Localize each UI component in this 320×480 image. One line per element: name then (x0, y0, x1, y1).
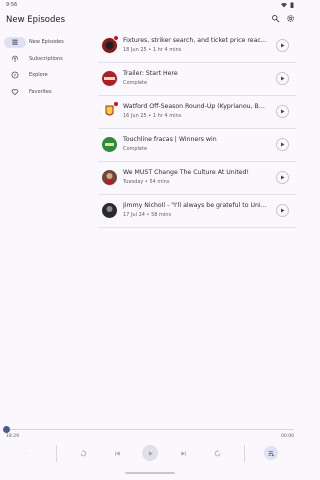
episode-artwork (102, 203, 117, 218)
play-icon (281, 208, 285, 213)
episode-list: Fixtures, striker search, and ticket pri… (98, 30, 296, 228)
fast-forward-button[interactable] (210, 446, 224, 460)
episode-title: Trailer: Start Here (123, 70, 178, 77)
divider (56, 445, 57, 462)
podcast-icon (12, 55, 18, 62)
episode-row[interactable]: Watford Off-Season Round-Up (Kyprianou, … (98, 96, 296, 129)
play-button[interactable] (276, 138, 289, 151)
nav-item-explore[interactable]: Explore (4, 67, 94, 83)
new-episodes-icon (12, 39, 18, 45)
search-icon[interactable] (271, 14, 280, 23)
play-button[interactable] (276, 171, 289, 184)
nav-item-favorites[interactable]: Favorites (4, 84, 94, 100)
episode-title: Jimmy Nicholl - "I'll always be grateful… (123, 202, 268, 209)
seek-times: 18:29 00:00 (6, 434, 294, 439)
episode-row[interactable]: Fixtures, striker search, and ticket pri… (98, 30, 296, 63)
seek-bar[interactable] (3, 426, 294, 433)
queue-icon (268, 450, 274, 456)
episode-row[interactable]: Touchline fracas | Winners win Complete (98, 129, 296, 162)
episode-title: Watford Off-Season Round-Up (Kyprianou, … (123, 103, 268, 110)
nav-item-label: Favorites (29, 88, 52, 95)
wifi-icon (281, 2, 287, 7)
battery-icon (290, 2, 294, 8)
previous-button[interactable] (110, 446, 124, 460)
play-button[interactable] (276, 105, 289, 118)
forward-icon (214, 449, 220, 456)
next-button[interactable] (176, 446, 190, 460)
page-title: New Episodes (6, 15, 66, 25)
episode-meta: Tuesday • 54 mins (123, 179, 170, 185)
sleep-timer-button[interactable] (18, 446, 32, 460)
gear-icon[interactable] (286, 14, 295, 23)
player-controls (0, 442, 300, 464)
episode-row[interactable]: Jimmy Nicholl - "I'll always be grateful… (98, 195, 296, 228)
play-icon (281, 109, 285, 114)
episode-row[interactable]: We MUST Change The Culture At United! Tu… (98, 162, 296, 195)
rewind-button[interactable] (76, 446, 90, 460)
seek-thumb[interactable] (3, 426, 10, 433)
episode-row[interactable]: Trailer: Start Here Complete (98, 63, 296, 96)
queue-button[interactable] (264, 446, 278, 460)
episode-title: We MUST Change The Culture At United! (123, 169, 250, 176)
compass-icon (11, 71, 19, 79)
navigation-drawer: New Episodes Subscriptions Explore Favor… (4, 34, 94, 100)
remaining-time: 00:00 (281, 434, 294, 439)
status-time: 9:56 (6, 2, 18, 8)
nav-item-subscriptions[interactable]: Subscriptions (4, 51, 94, 67)
nav-item-label: Explore (29, 72, 48, 78)
play-button[interactable] (276, 39, 289, 52)
play-icon (148, 450, 153, 456)
episode-meta: Complete (123, 146, 148, 152)
new-badge (113, 101, 119, 107)
status-bar: 9:56 (0, 0, 300, 10)
dots-icon (24, 452, 26, 454)
episode-meta: 16 Jun 25 • 1 hr 4 mins (123, 113, 182, 119)
elapsed-time: 18:29 (6, 434, 19, 439)
episode-title: Fixtures, striker search, and ticket pri… (123, 37, 268, 44)
skip-next-icon (180, 450, 186, 456)
episode-artwork (102, 137, 117, 152)
top-app-bar: New Episodes (0, 10, 300, 30)
skip-previous-icon (114, 450, 120, 456)
nav-item-new-episodes[interactable]: New Episodes (4, 34, 94, 50)
play-icon (281, 175, 285, 180)
play-icon (281, 76, 285, 81)
system-icons (281, 2, 294, 8)
gesture-handle (125, 472, 175, 474)
episode-artwork (102, 170, 117, 185)
new-badge (113, 35, 119, 41)
play-pause-button[interactable] (142, 445, 158, 461)
play-button[interactable] (276, 204, 289, 217)
play-button[interactable] (276, 72, 289, 85)
episode-title: Touchline fracas | Winners win (123, 136, 217, 143)
play-icon (281, 142, 285, 147)
nav-item-label: New Episodes (29, 39, 64, 45)
divider (244, 445, 245, 462)
replay-icon (80, 449, 86, 456)
play-icon (281, 43, 285, 48)
heart-icon (11, 88, 19, 95)
episode-meta: Complete (123, 80, 148, 86)
episode-meta: 17 Jul 24 • 58 mins (123, 212, 172, 218)
episode-artwork (102, 71, 117, 86)
seek-track[interactable] (6, 429, 294, 430)
nav-item-label: Subscriptions (29, 55, 63, 62)
episode-meta: 18 Jun 25 • 1 hr 4 mins (123, 47, 182, 53)
